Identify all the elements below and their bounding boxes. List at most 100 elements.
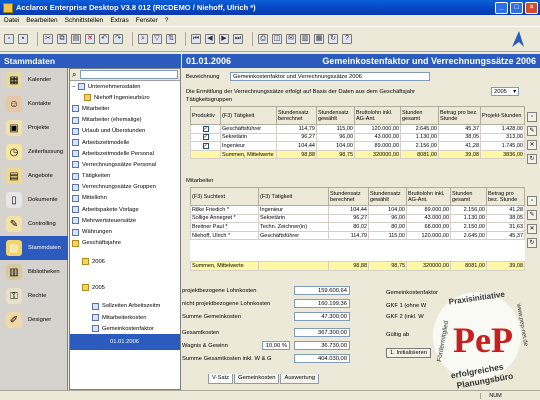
column-header[interactable]: Projekt-Stunden	[480, 106, 525, 125]
help-icon[interactable]: ?	[342, 34, 352, 44]
cut-icon[interactable]: ✂	[43, 34, 53, 44]
filter-icon[interactable]: ▽	[152, 34, 162, 44]
table-row[interactable]: Sollige Annegret * Sekretärin 96,27 96,0…	[190, 213, 525, 224]
print-icon[interactable]: ⎙	[258, 34, 268, 44]
tree-item[interactable]: Mehrwertsteuersätze	[70, 215, 180, 226]
refresh-icon[interactable]: ↻	[527, 238, 537, 248]
menu-fenster[interactable]: Fenster	[136, 17, 158, 24]
new-row-icon[interactable]: ▫	[527, 196, 537, 206]
menu-extras[interactable]: Extras	[110, 17, 128, 24]
first-record-icon[interactable]: ⏮	[191, 34, 201, 44]
minimize-button[interactable]: _	[495, 1, 508, 14]
new-icon[interactable]: ▫	[4, 34, 14, 44]
delete-row-icon[interactable]: ✕	[527, 224, 537, 234]
column-header[interactable]: Stundensatz gewählt	[316, 106, 355, 125]
table-row[interactable]: ✓ Ingenieur 104,44 104,00 89.000,00 2.15…	[190, 141, 525, 151]
close-button[interactable]: ×	[525, 1, 538, 14]
menu-bearbeiten[interactable]: Bearbeiten	[26, 17, 57, 24]
tab-v-satz[interactable]: V-Satz	[208, 374, 234, 384]
column-header[interactable]: Betrag pro bez. Stunde	[438, 106, 481, 125]
productive-checkbox[interactable]: ✓	[202, 134, 209, 141]
sort-icon[interactable]: ⇅	[166, 34, 176, 44]
productive-checkbox[interactable]: ✓	[202, 125, 209, 132]
tree-item[interactable]: Mitarbeiter	[70, 103, 180, 114]
tree-item[interactable]: − Unternehmensdaten	[70, 81, 180, 92]
edit-row-icon[interactable]: ✎	[527, 126, 537, 136]
column-header[interactable]: Stundensatz gewählt	[368, 187, 407, 206]
table-row[interactable]: ✓ Geschäftsführer 114,79 115,00 120.000,…	[190, 124, 525, 134]
tree-item[interactable]: Arbeitszeitmodelle Personal	[70, 148, 180, 159]
column-header[interactable]: Produktiv	[190, 106, 221, 125]
edit-row-icon[interactable]: ✎	[527, 210, 537, 220]
tree-item[interactable]: 2005	[70, 275, 180, 301]
refresh-icon[interactable]: ↻	[328, 34, 338, 44]
tree-item[interactable]: Währungen	[70, 226, 180, 237]
sidebar-item-stammdaten[interactable]: ▧ Stammdaten	[0, 236, 68, 260]
column-header[interactable]: Betrag pro bez. Stunde	[486, 187, 525, 206]
initialize-button[interactable]: 1. Initialisieren	[386, 348, 432, 358]
tree-item[interactable]: Arbeitszeitmodelle	[70, 137, 180, 148]
new-row-icon[interactable]: ▫	[527, 112, 537, 122]
table-row[interactable]: Niehoff, Ulrich * Geschäftsführer 114,79…	[190, 230, 525, 241]
sidebar-item-angebote[interactable]: ▤ Angebote	[0, 164, 68, 188]
paste-icon[interactable]: ▤	[71, 34, 81, 44]
table-row[interactable]: Breitner Paul * Techn. Zeichner(in) 80,0…	[190, 222, 525, 232]
column-header[interactable]: (F3) Suchtext	[190, 187, 259, 206]
tree-item[interactable]: 2006	[70, 249, 180, 275]
tab-gemeinkosten[interactable]: Gemeinkosten	[234, 374, 280, 384]
table-row[interactable]: Rilke Friedich * Ingenieur 104,44 104,00…	[190, 205, 525, 215]
sidebar-item-dokumente[interactable]: ▯ Dokumente	[0, 188, 68, 212]
bezeichnung-field[interactable]: Gemeinkostenfaktor und Verrechnungssätze…	[230, 72, 430, 81]
tree-item-selected[interactable]: 01.01.2006	[70, 334, 180, 351]
column-header[interactable]: (F3) Tätigkeit	[220, 106, 277, 125]
next-record-icon[interactable]: ▶	[219, 34, 229, 44]
sidebar-item-bibliotheken[interactable]: ▥ Bibliotheken	[0, 260, 68, 284]
tab-auswertung[interactable]: Auswertung	[280, 374, 320, 384]
tree-item[interactable]: Niehoff Ingenieurbüro	[70, 92, 180, 103]
sidebar-item-projekte[interactable]: ▣ Projekte	[0, 116, 68, 140]
column-header[interactable]: Stunden gesamt	[400, 106, 439, 125]
preview-icon[interactable]: ◫	[272, 34, 282, 44]
tree-item[interactable]: Geschäftsjahre	[70, 238, 180, 249]
undo-icon[interactable]: ↶	[99, 34, 109, 44]
tree-item[interactable]: Verrechnungssätze Gruppen	[70, 182, 180, 193]
sidebar-item-controlling[interactable]: ✎ Controlling	[0, 212, 68, 236]
search-icon[interactable]: ⌕	[72, 70, 76, 80]
wagnis-percent-field[interactable]: 10,00 %	[262, 341, 290, 350]
previous-record-icon[interactable]: ◀	[205, 34, 215, 44]
tree-item[interactable]: Sollzeiten Arbeitszeitm	[70, 301, 180, 312]
sidebar-item-kalender[interactable]: ▦ Kalender	[0, 68, 68, 92]
tree-item[interactable]: Mitarbeiterkosten	[70, 312, 180, 323]
refresh-icon[interactable]: ↻	[527, 154, 537, 164]
chart-icon[interactable]: ▥	[300, 34, 310, 44]
menu-help[interactable]: ?	[165, 17, 169, 24]
column-header[interactable]: Bruttolohn inkl. AG-Ant.	[354, 106, 401, 125]
table-row[interactable]: ✓ Sekretärin 96,27 96,00 43.000,00 1.130…	[190, 132, 525, 143]
productive-checkbox[interactable]: ✓	[202, 142, 209, 149]
mail-icon[interactable]: ✉	[286, 34, 296, 44]
sidebar-item-kontakte[interactable]: ☺ Kontakte	[0, 92, 68, 116]
tree-item[interactable]: Tätigkeiten	[70, 171, 180, 182]
search-icon[interactable]: ⌕	[138, 34, 148, 44]
delete-icon[interactable]: ✕	[85, 34, 95, 44]
tree-item[interactable]: Mittellohn	[70, 193, 180, 204]
tree-item[interactable]: Verrechnungssätze Personal	[70, 159, 180, 170]
menu-datei[interactable]: Datei	[4, 17, 19, 24]
sidebar-item-zeiterfassung[interactable]: ◷ Zeiterfassung	[0, 140, 68, 164]
column-header[interactable]: Stundensatz berechnet	[276, 106, 317, 125]
tree-item[interactable]: Mitarbeiter (ehemalige)	[70, 115, 180, 126]
sidebar-item-rechte[interactable]: ⚿ Rechte	[0, 284, 68, 308]
redo-icon[interactable]: ↷	[113, 34, 123, 44]
column-header[interactable]: Stundensatz berechnet	[328, 187, 369, 206]
copy-icon[interactable]: ⧉	[57, 34, 67, 44]
sidebar-item-designer[interactable]: ✐ Designer	[0, 308, 68, 332]
tree-search-input[interactable]	[80, 70, 178, 79]
menu-schnittstellen[interactable]: Schnittstellen	[65, 17, 104, 24]
last-record-icon[interactable]: ⏭	[233, 34, 243, 44]
tree-item[interactable]: Arbeitspakete Vorlage	[70, 204, 180, 215]
tree-item[interactable]: Gemeinkostenfaktor	[70, 323, 180, 334]
delete-row-icon[interactable]: ✕	[527, 140, 537, 150]
maximize-button[interactable]: □	[510, 1, 523, 14]
calendar-icon[interactable]: ▦	[314, 34, 324, 44]
save-icon[interactable]: ▪	[18, 34, 28, 44]
